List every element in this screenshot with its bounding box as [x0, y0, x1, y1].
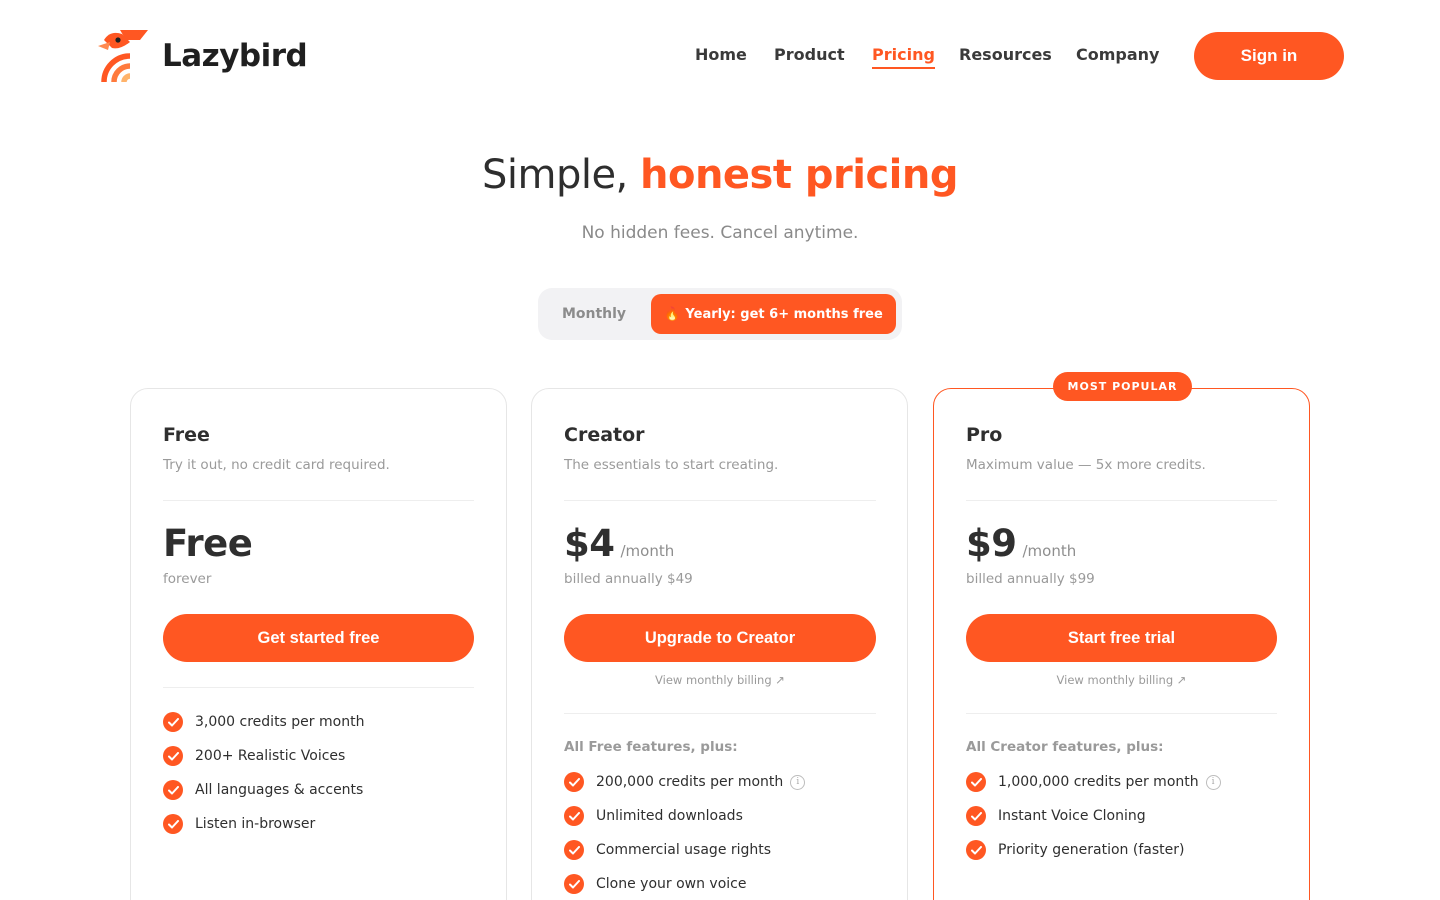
feature-text: All languages & accents — [195, 782, 364, 798]
billing-yearly-option[interactable]: 🔥 Yearly: get 6+ months free — [651, 294, 896, 334]
feature-text: 3,000 credits per month — [195, 714, 365, 730]
feature-item: 1,000,000 credits per month i — [966, 765, 1221, 799]
upgrade-to-creator-button[interactable]: Upgrade to Creator — [564, 614, 876, 662]
feature-list: 200,000 credits per month i Unlimited do… — [564, 765, 806, 900]
feature-text: Clone your own voice — [596, 876, 747, 892]
info-icon[interactable]: i — [790, 774, 806, 790]
plan-card-creator: Creator The essentials to start creating… — [531, 388, 908, 900]
plan-name: Pro — [966, 424, 1003, 446]
feature-text: Instant Voice Cloning — [998, 808, 1146, 824]
most-popular-badge: MOST POPULAR — [1053, 372, 1192, 401]
nav-resources[interactable]: Resources — [959, 44, 1052, 66]
nav-home[interactable]: Home — [695, 44, 747, 66]
page-subtitle: No hidden fees. Cancel anytime. — [581, 223, 859, 243]
start-free-trial-button[interactable]: Start free trial — [966, 614, 1277, 662]
billing-yearly-label: Yearly: get 6+ months free — [685, 306, 883, 322]
fire-icon: 🔥 — [664, 306, 681, 322]
info-icon[interactable]: i — [1205, 774, 1221, 790]
divider — [966, 500, 1277, 501]
check-icon — [564, 806, 584, 826]
check-icon — [966, 806, 986, 826]
plan-period: /month — [620, 542, 675, 560]
check-icon — [163, 712, 183, 732]
plan-description: Try it out, no credit card required. — [163, 457, 390, 473]
page-title: Simple, honest pricing — [0, 152, 1440, 198]
feature-item: Instant Voice Cloning — [966, 799, 1221, 833]
sign-in-button[interactable]: Sign in — [1194, 32, 1344, 80]
check-icon — [966, 772, 986, 792]
nav-product[interactable]: Product — [774, 44, 845, 66]
plan-price-note: billed annually $99 — [966, 571, 1095, 587]
features-heading: All Creator features, plus: — [966, 739, 1164, 755]
feature-text: 200,000 credits per month — [596, 774, 784, 790]
feature-item: All languages & accents — [163, 773, 364, 807]
divider — [163, 500, 474, 501]
check-icon — [163, 780, 183, 800]
feature-item: 200+ Realistic Voices — [163, 739, 364, 773]
plan-price-row: Free — [163, 522, 253, 565]
nav-pricing[interactable]: Pricing — [872, 44, 935, 69]
divider — [564, 713, 876, 714]
feature-item: Commercial usage rights — [564, 833, 805, 867]
check-icon — [564, 772, 584, 792]
feature-item: 3,000 credits per month — [163, 705, 364, 739]
plan-price: Free — [163, 522, 253, 565]
feature-text: Commercial usage rights — [596, 842, 772, 858]
billing-monthly-option[interactable]: Monthly — [538, 288, 650, 340]
plan-price-note: forever — [163, 571, 212, 587]
feature-text: Priority generation (faster) — [998, 842, 1185, 858]
feature-list: 1,000,000 credits per month i Instant Vo… — [966, 765, 1221, 867]
feature-item: Unlimited downloads — [564, 799, 805, 833]
get-started-free-button[interactable]: Get started free — [163, 614, 474, 662]
billing-toggle: Monthly 🔥 Yearly: get 6+ months free — [538, 288, 902, 340]
feature-item: Priority generation (faster) — [966, 833, 1221, 867]
plan-price-row: $4 /month — [564, 522, 674, 565]
plan-price: $9 — [966, 522, 1017, 565]
nav-company[interactable]: Company — [1076, 44, 1159, 66]
check-icon — [163, 746, 183, 766]
feature-list: 3,000 credits per month 200+ Realistic V… — [163, 705, 364, 841]
plan-period: /month — [1022, 542, 1077, 560]
divider — [966, 713, 1277, 714]
view-monthly-billing-link[interactable]: View monthly billing ↗ — [934, 673, 1309, 687]
plan-description: The essentials to start creating. — [564, 457, 779, 473]
feature-text: 200+ Realistic Voices — [195, 748, 346, 764]
plan-card-free: Free Try it out, no credit card required… — [130, 388, 507, 900]
feature-text: 1,000,000 credits per month — [998, 774, 1199, 790]
feature-text: Listen in-browser — [195, 816, 316, 832]
site-header: Lazybird Home Product Pricing Resources … — [0, 0, 1440, 112]
plan-price-note: billed annually $49 — [564, 571, 693, 587]
feature-text: Unlimited downloads — [596, 808, 743, 824]
check-icon — [163, 814, 183, 834]
view-monthly-billing-link[interactable]: View monthly billing ↗ — [532, 673, 908, 687]
page-title-plain: Simple, — [481, 152, 628, 198]
plan-price: $4 — [564, 522, 615, 565]
page-title-accent: honest pricing — [639, 152, 959, 198]
feature-item: 200,000 credits per month i — [564, 765, 806, 799]
divider — [163, 687, 474, 688]
check-icon — [564, 840, 584, 860]
plan-name: Creator — [564, 424, 645, 446]
check-icon — [564, 874, 584, 894]
plan-card-pro: MOST POPULAR Pro Maximum value — 5x more… — [933, 372, 1310, 900]
plan-price-row: $9 /month — [966, 522, 1076, 565]
feature-item: Listen in-browser — [163, 807, 364, 841]
feature-item: Clone your own voice — [564, 867, 805, 900]
plan-description: Maximum value — 5x more credits. — [966, 457, 1206, 473]
plan-name: Free — [163, 424, 210, 446]
check-icon — [966, 840, 986, 860]
features-heading: All Free features, plus: — [564, 739, 738, 755]
divider — [564, 500, 876, 501]
